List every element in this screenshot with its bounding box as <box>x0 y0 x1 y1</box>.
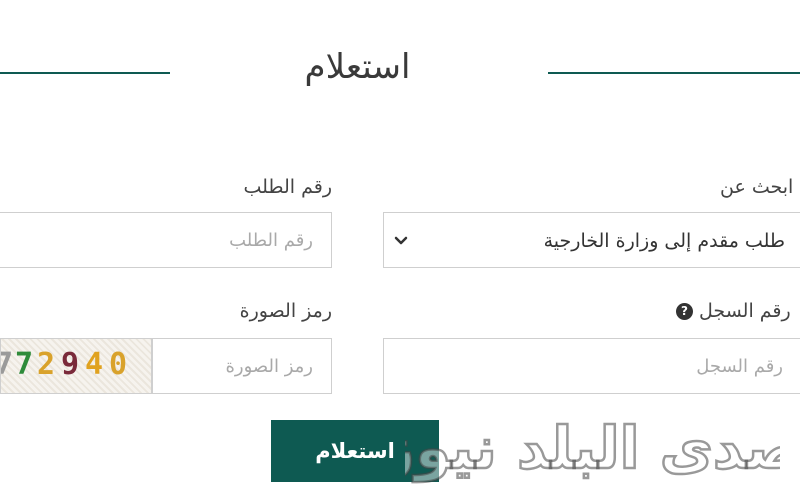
watermark-text: صدى البلد نيوز <box>405 414 780 483</box>
heading-rule-left <box>0 72 170 74</box>
chevron-down-icon <box>394 236 408 245</box>
registry-number-label: رقم السجل <box>699 300 791 322</box>
captcha-image: 7 7 2 9 4 0 <box>0 338 152 394</box>
submit-button[interactable]: استعلام <box>271 420 439 482</box>
heading-rule-right <box>548 72 800 74</box>
registry-number-input[interactable] <box>384 339 800 393</box>
registry-number-field[interactable] <box>383 338 800 394</box>
request-number-label: رقم الطلب <box>243 176 332 198</box>
question-circle-icon[interactable]: ? <box>676 303 693 320</box>
request-number-input[interactable] <box>0 213 331 267</box>
captcha-digit: 7 <box>15 347 34 382</box>
image-code-field[interactable] <box>152 338 332 394</box>
captcha-digit: 0 <box>109 347 128 382</box>
image-code-input[interactable] <box>153 339 331 393</box>
search-by-label: ابحث عن <box>720 176 794 198</box>
search-by-select[interactable]: طلب مقدم إلى وزارة الخارجية <box>383 212 800 268</box>
captcha-digit: 4 <box>85 347 104 382</box>
registry-number-label-row: رقم السجل ? <box>672 298 791 324</box>
captcha-digit: 7 <box>1 345 13 385</box>
request-number-field[interactable] <box>0 212 332 268</box>
captcha-digit: 2 <box>37 347 56 382</box>
page-title: استعلام <box>304 47 411 87</box>
site-watermark: صدى البلد نيوز <box>405 413 780 485</box>
image-code-label: رمز الصورة <box>239 300 332 322</box>
search-by-selected-value: طلب مقدم إلى وزارة الخارجية <box>543 230 785 252</box>
captcha-digit: 9 <box>61 347 80 382</box>
